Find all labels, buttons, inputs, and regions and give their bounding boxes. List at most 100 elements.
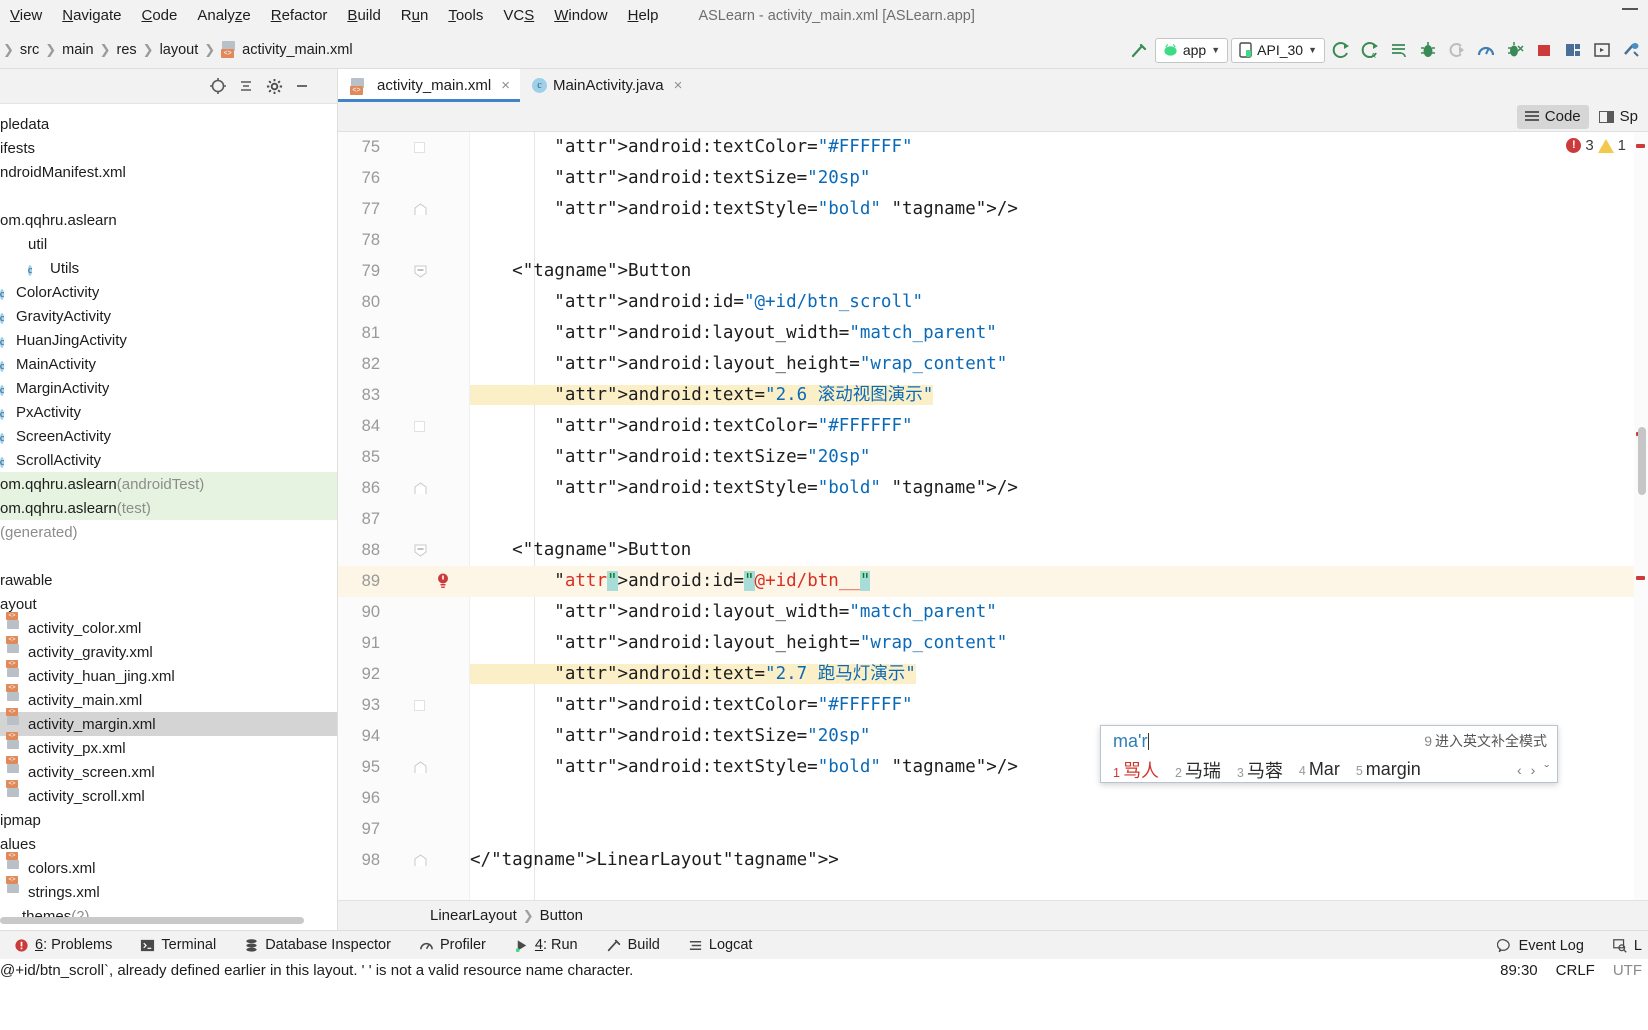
code-text[interactable]: "attr">android:id="@+id/btn__" (470, 566, 871, 597)
code-line-87[interactable]: 87 (338, 504, 1648, 535)
code-line-84[interactable]: 84 "attr">android:textColor="#FFFFFF" (338, 411, 1648, 442)
tree-item-generated[interactable]: (generated) (0, 520, 337, 544)
menu-vcs[interactable]: VCS (493, 7, 544, 24)
stop-run-icon[interactable] (1502, 37, 1528, 63)
code-text[interactable]: "attr">android:textStyle="bold" "tagname… (470, 194, 1018, 225)
tab-mainactivity-java[interactable]: c MainActivity.java × (520, 69, 692, 102)
code-text[interactable]: "attr">android:textStyle="bold" "tagname… (470, 752, 1018, 783)
toolwindow-event-log[interactable]: Event Log (1483, 931, 1598, 960)
structure-crumb-linearlayout[interactable]: LinearLayout (430, 907, 517, 924)
caret-position[interactable]: 89:30 (1500, 959, 1538, 983)
tree-item-ndroidmanifest-xml[interactable]: ndroidManifest.xml (0, 160, 337, 184)
code-text[interactable]: "attr">android:layout_width="match_paren… (470, 318, 997, 349)
code-line-78[interactable]: 78 (338, 225, 1648, 256)
toolwindow-profiler[interactable]: Profiler (405, 931, 500, 960)
code-text[interactable]: "attr">android:layout_width="match_paren… (470, 597, 997, 628)
ime-next-page-icon[interactable]: › (1531, 762, 1536, 778)
tree-item-pledata[interactable]: pledata (0, 112, 337, 136)
code-text[interactable]: <"tagname">Button (470, 256, 691, 287)
device-manager-icon[interactable] (1560, 37, 1586, 63)
tree-item-coloractivity[interactable]: c ColorActivity (0, 280, 337, 304)
debug-icon[interactable] (1415, 37, 1441, 63)
menu-run[interactable]: Run (391, 7, 439, 24)
tree-item-themes[interactable]: themes (2) (0, 904, 337, 928)
code-text[interactable]: "attr">android:textSize="20sp" (470, 442, 870, 473)
avd-manager-icon[interactable] (1589, 37, 1615, 63)
code-line-86[interactable]: 86 "attr">android:textStyle="bold" "tagn… (338, 473, 1648, 504)
code-text[interactable]: "attr">android:layout_height="wrap_conte… (470, 628, 1007, 659)
hammer-icon[interactable] (1126, 37, 1152, 63)
ime-candidate-3[interactable]: 3 马蓉 (1237, 757, 1283, 783)
tree-item-rawable[interactable]: rawable (0, 568, 337, 592)
tree-item-huanjingactivity[interactable]: c HuanJingActivity (0, 328, 337, 352)
stop-icon[interactable] (1531, 37, 1557, 63)
tree-item-activity-color-xml[interactable]: activity_color.xml (0, 616, 337, 640)
menu-view[interactable]: View (0, 7, 52, 24)
toolwindow-logcat[interactable]: Logcat (674, 931, 767, 960)
toolwindow-database-inspector[interactable]: Database Inspector (230, 931, 405, 960)
menu-refactor[interactable]: Refactor (261, 7, 338, 24)
code-text[interactable]: <"tagname">Button (470, 535, 691, 566)
breadcrumb-src[interactable]: src (15, 42, 44, 58)
tree-item-ifests[interactable]: ifests (0, 136, 337, 160)
tree-item-activity-huan-jing-xml[interactable]: activity_huan_jing.xml (0, 664, 337, 688)
tree-item-activity-main-xml[interactable]: activity_main.xml (0, 688, 337, 712)
line-separator[interactable]: CRLF (1556, 959, 1595, 983)
code-line-75[interactable]: 75 "attr">android:textColor="#FFFFFF" (338, 132, 1648, 163)
file-encoding[interactable]: UTF (1613, 959, 1642, 983)
tab-activity-main-xml[interactable]: activity_main.xml × (338, 69, 520, 102)
code-line-96[interactable]: 96 (338, 783, 1648, 814)
code-line-83[interactable]: 83 "attr">android:text="2.6 滚动视图演示" (338, 380, 1648, 411)
tree-item-scrollactivity[interactable]: c ScrollActivity (0, 448, 337, 472)
fold-end-icon[interactable] (414, 854, 427, 867)
breadcrumb-layout[interactable]: layout (155, 42, 204, 58)
toolwindow-terminal[interactable]: Terminal (126, 931, 230, 960)
close-icon[interactable]: × (674, 77, 683, 94)
code-line-88[interactable]: 88 <"tagname">Button (338, 535, 1648, 566)
toolwindow-layout-inspector[interactable]: L (1598, 931, 1648, 960)
code-text[interactable]: "attr">android:id="@+id/btn_scroll" (470, 287, 923, 318)
collapse-all-icon[interactable] (235, 75, 257, 97)
code-line-82[interactable]: 82 "attr">android:layout_height="wrap_co… (338, 349, 1648, 380)
fold-collapse-icon[interactable] (414, 265, 427, 278)
code-line-81[interactable]: 81 "attr">android:layout_width="match_pa… (338, 318, 1648, 349)
fold-end-icon[interactable] (414, 203, 427, 216)
tree-item-screenactivity[interactable]: c ScreenActivity (0, 424, 337, 448)
inspection-summary[interactable]: ! 3 1 (1566, 137, 1626, 154)
toolwindow-problems[interactable]: 6: Problems (0, 931, 126, 960)
tree-item-activity-scroll-xml[interactable]: activity_scroll.xml (0, 784, 337, 808)
minimize-button[interactable] (1622, 8, 1638, 10)
ime-candidate-popup[interactable]: ma'r 9 进入英文补全模式 1 骂人 2 马瑞 3 马蓉 4 Mar 5 m… (1100, 725, 1558, 783)
tree-item-colors-xml[interactable]: colors.xml (0, 856, 337, 880)
tree-item-mainactivity[interactable]: c MainActivity (0, 352, 337, 376)
editor-vertical-scrollbar[interactable] (1638, 427, 1646, 495)
code-line-93[interactable]: 93 "attr">android:textColor="#FFFFFF" (338, 690, 1648, 721)
tree-item-pxactivity[interactable]: c PxActivity (0, 400, 337, 424)
code-line-76[interactable]: 76 "attr">android:textSize="20sp" (338, 163, 1648, 194)
ime-prev-page-icon[interactable]: ‹ (1517, 762, 1522, 778)
tree-item-ipmap[interactable]: ipmap (0, 808, 337, 832)
apply-changes-icon[interactable] (1386, 37, 1412, 63)
tree-item-activity-px-xml[interactable]: activity_px.xml (0, 736, 337, 760)
stripe-marker-error[interactable] (1636, 144, 1645, 148)
code-text[interactable]: "attr">android:textColor="#FFFFFF" (470, 690, 912, 721)
tree-item-util[interactable]: util (0, 232, 337, 256)
code-text[interactable]: "attr">android:textSize="20sp" (470, 721, 870, 752)
code-text[interactable]: "attr">android:textColor="#FFFFFF" (470, 411, 912, 442)
chevron-down-icon[interactable]: ˇ (1544, 762, 1549, 778)
toolwindow-build[interactable]: Build (592, 931, 674, 960)
fold-collapse-icon[interactable] (414, 544, 427, 557)
code-line-89[interactable]: 89 "attr">android:id="@+id/btn__" (338, 566, 1648, 597)
menu-code[interactable]: Code (131, 7, 187, 24)
sdk-manager-icon[interactable] (1618, 37, 1644, 63)
tree-item-gravityactivity[interactable]: c GravityActivity (0, 304, 337, 328)
view-mode-code[interactable]: Code (1516, 104, 1589, 129)
code-text[interactable]: "attr">android:text="2.7 跑马灯演示" (470, 659, 916, 690)
device-selector[interactable]: API_30 ▼ (1231, 37, 1325, 63)
menu-build[interactable]: Build (337, 7, 390, 24)
ime-candidate-4[interactable]: 4 Mar (1299, 759, 1340, 780)
run-icon[interactable] (1328, 37, 1354, 63)
tree-item-activity-screen-xml[interactable]: activity_screen.xml (0, 760, 337, 784)
menu-analyze[interactable]: Analyze (187, 7, 260, 24)
tree-item-strings-xml[interactable]: strings.xml (0, 880, 337, 904)
